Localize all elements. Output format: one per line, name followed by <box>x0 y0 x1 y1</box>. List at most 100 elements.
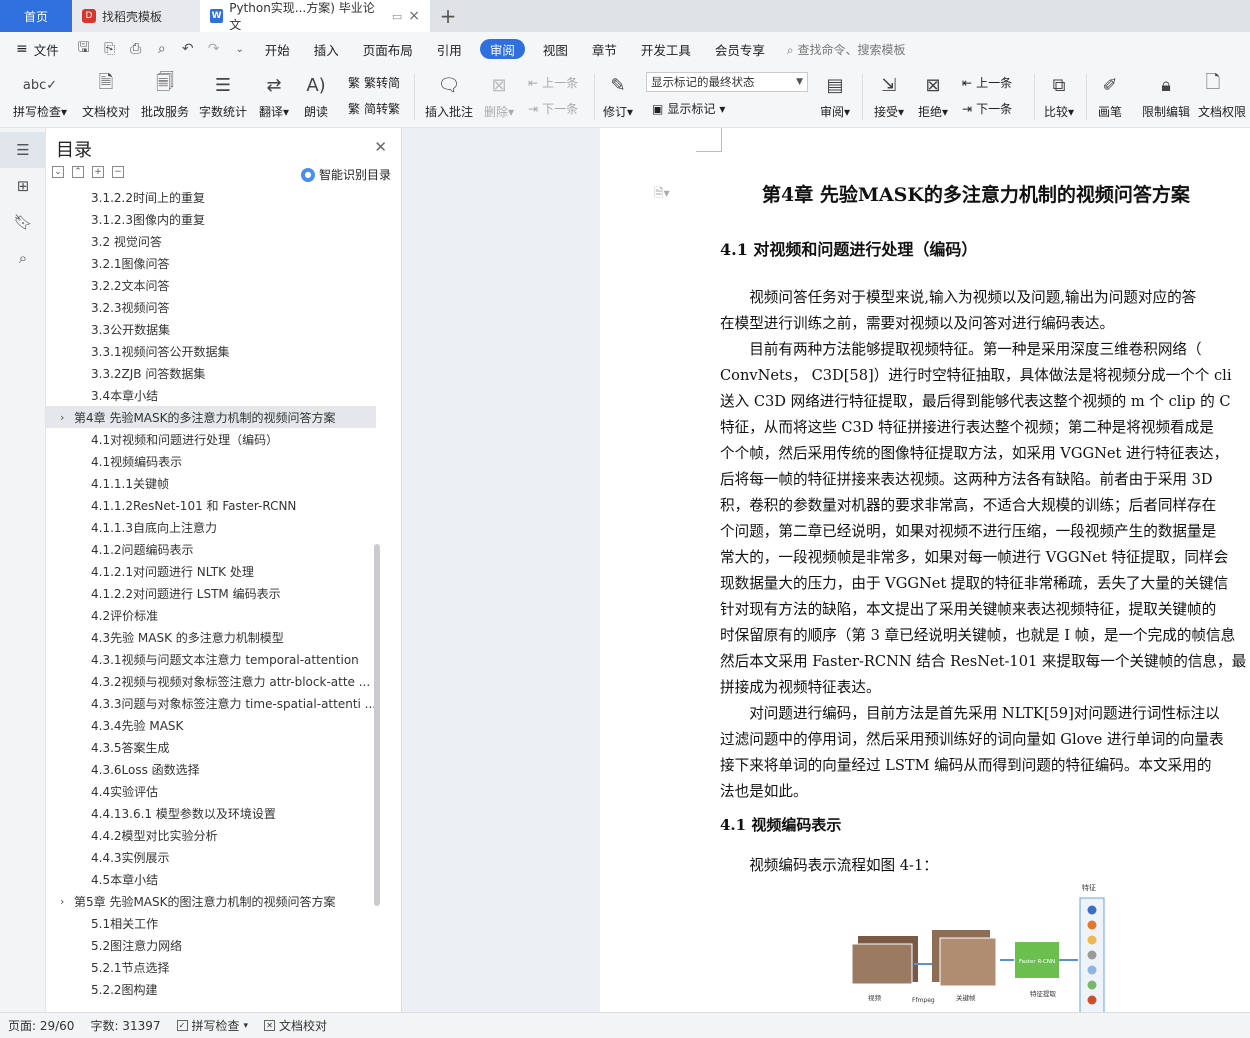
toc-item[interactable]: 4.2评价标准 <box>46 604 376 626</box>
toc-item[interactable]: 3.2.2文本问答 <box>46 274 376 296</box>
toc-item[interactable]: 4.4.13.6.1 模型参数以及环境设置 <box>46 802 376 824</box>
expand-level-icon[interactable]: ⌃ <box>72 166 84 178</box>
toc-panel-icon[interactable]: ☰ <box>0 132 46 168</box>
undo-icon[interactable]: ↶ <box>175 32 201 66</box>
simp-to-trad-button[interactable]: 繁简转繁 <box>348 100 400 117</box>
document-page[interactable]: 🗎▾ 第4章 先验MASK的多注意力机制的视频问答方案 4.1 对视频和问题进行… <box>600 128 1250 1012</box>
toc-item[interactable]: 4.1.1.2ResNet-101 和 Faster-RCNN <box>46 494 376 516</box>
trad-to-simp-button[interactable]: 繁繁转简 <box>348 74 400 91</box>
toc-item[interactable]: 4.4.3实例展示 <box>46 846 376 868</box>
toc-item[interactable]: › 第4章 先验MASK的多注意力机制的视频问答方案 <box>46 406 376 428</box>
toc-item[interactable]: 4.1.2.1对问题进行 NLTK 处理 <box>46 560 376 582</box>
next-change-button[interactable]: ⇥ 下一条 <box>962 100 1012 117</box>
toc-item[interactable]: 3.3.1视频问答公开数据集 <box>46 340 376 362</box>
batch-service-button[interactable]: 🗐 批改服务 <box>138 68 192 124</box>
toc-item[interactable]: 3.1.2.3图像内的重复 <box>46 208 376 230</box>
toc-scrollbar[interactable] <box>374 544 380 906</box>
search-icon[interactable]: ⌕ <box>0 240 46 276</box>
save-icon[interactable]: 🖫 <box>71 32 97 66</box>
menu-member[interactable]: 会员专享 <box>703 32 777 66</box>
tab-document[interactable]: W Python实现...方案) 毕业论文 ▭ × <box>200 0 430 32</box>
toc-item[interactable]: 4.1.1.1关键帧 <box>46 472 376 494</box>
toc-item[interactable]: 3.2.1图像问答 <box>46 252 376 274</box>
insert-comment-button[interactable]: 🗨 插入批注 <box>422 68 476 124</box>
toc-item[interactable]: 4.3.4先验 MASK <box>46 714 376 736</box>
revise-button[interactable]: ✎ 修订▾ <box>600 68 636 124</box>
toc-item[interactable]: 5.2.2图构建 <box>46 978 376 1000</box>
toc-item[interactable]: 5.2.1节点选择 <box>46 956 376 978</box>
word-count[interactable]: 字数: 31397 <box>82 1017 168 1034</box>
pin-icon[interactable]: ▭ <box>392 10 402 23</box>
toc-item[interactable]: 4.1视频编码表示 <box>46 450 376 472</box>
toc-item[interactable]: 4.4实验评估 <box>46 780 376 802</box>
toc-item[interactable]: 4.4.2模型对比实验分析 <box>46 824 376 846</box>
doc-proof-status[interactable]: ✕ 文档校对 <box>256 1017 335 1034</box>
prev-change-button[interactable]: ⇤ 上一条 <box>962 74 1012 91</box>
toc-item[interactable]: 3.1.2.2时间上的重复 <box>46 188 376 208</box>
menu-chapter[interactable]: 章节 <box>580 32 629 66</box>
toc-item[interactable]: 5.1相关工作 <box>46 912 376 934</box>
toc-item[interactable]: 4.3先验 MASK 的多注意力机制模型 <box>46 626 376 648</box>
export-pdf-icon[interactable]: ⎘ <box>97 32 123 66</box>
next-comment-button[interactable]: ⇥ 下一条 <box>528 100 578 117</box>
menu-layout[interactable]: 页面布局 <box>351 32 425 66</box>
review-pane-button[interactable]: ▤ 审阅▾ <box>816 68 854 124</box>
wordcount-button[interactable]: ☰ 字数统计 <box>196 68 250 124</box>
close-icon[interactable]: ✕ <box>374 138 387 156</box>
delete-comment-button[interactable]: ⊠ 删除▾ <box>480 68 518 124</box>
page-indicator[interactable]: 页面: 29/60 <box>0 1017 82 1034</box>
add-heading-icon[interactable]: + <box>92 166 104 178</box>
toc-item[interactable]: 4.1对视频和问题进行处理（编码） <box>46 428 376 450</box>
toc-item[interactable]: 3.3.2ZJB 问答数据集 <box>46 362 376 384</box>
command-search[interactable]: ⌕ 查找命令、搜索模板 <box>787 41 906 58</box>
translate-button[interactable]: ⇄ 翻译▾ <box>254 68 294 124</box>
toc-item[interactable]: 4.3.5答案生成 <box>46 736 376 758</box>
menu-start[interactable]: 开始 <box>253 32 302 66</box>
prev-comment-button[interactable]: ⇤ 上一条 <box>528 74 578 91</box>
accept-button[interactable]: ⇲ 接受▾ <box>870 68 908 124</box>
new-tab-button[interactable]: + <box>430 0 466 32</box>
toc-item[interactable]: 4.3.3问题与对象标签注意力 time-spatial-attenti ... <box>46 692 376 714</box>
menu-view[interactable]: 视图 <box>531 32 580 66</box>
restrict-edit-button[interactable]: 🔒︎ 限制编辑 <box>1138 68 1194 124</box>
menu-insert[interactable]: 插入 <box>302 32 351 66</box>
file-menu[interactable]: ≡ 文件 <box>10 32 71 66</box>
reject-button[interactable]: ⊠ 拒绝▾ <box>914 68 952 124</box>
toc-item[interactable]: 5.2图注意力网络 <box>46 934 376 956</box>
toc-item[interactable]: 3.2.3视频问答 <box>46 296 376 318</box>
toc-item[interactable]: 4.5本章小结 <box>46 868 376 890</box>
read-aloud-button[interactable]: A) 朗读 <box>298 68 334 124</box>
collapse-all-icon[interactable]: ⌄ <box>52 166 64 178</box>
toc-item[interactable]: 3.2 视觉问答 <box>46 230 376 252</box>
spellcheck-status[interactable]: ✓ 拼写检查 ▾ <box>169 1017 257 1034</box>
toc-item[interactable]: 4.3.1视频与问题文本注意力 temporal-attention <box>46 648 376 670</box>
bookmark-icon[interactable]: 🔖︎ <box>0 204 46 240</box>
chevron-right-icon[interactable]: › <box>60 895 74 908</box>
compare-button[interactable]: ⧉ 比较▾ <box>1040 68 1078 124</box>
spellcheck-button[interactable]: abc✓ 拼写检查▾ <box>10 68 70 124</box>
redo-icon[interactable]: ↷ <box>201 32 227 66</box>
print-icon[interactable]: ⎙ <box>123 32 149 66</box>
toc-item[interactable]: › 第5章 先验MASK的图注意力机制的视频问答方案 <box>46 890 376 912</box>
chevron-right-icon[interactable]: › <box>60 411 74 424</box>
menu-review[interactable]: 审阅 <box>479 39 525 59</box>
print-preview-icon[interactable]: ⌕ <box>149 32 175 66</box>
show-markup-button[interactable]: ▣ 显示标记 ▾ <box>652 100 725 117</box>
pen-button[interactable]: ✐ 画笔 <box>1092 68 1128 124</box>
close-icon[interactable]: × <box>408 8 420 24</box>
chapter-panel-icon[interactable]: ⊞ <box>0 168 46 204</box>
doc-permission-button[interactable]: 🗋 文档权限 <box>1198 68 1250 124</box>
toc-item[interactable]: 4.3.6Loss 函数选择 <box>46 758 376 780</box>
menu-reference[interactable]: 引用 <box>425 32 474 66</box>
toc-item[interactable]: 3.3公开数据集 <box>46 318 376 340</box>
toc-item[interactable]: 4.1.2问题编码表示 <box>46 538 376 560</box>
markup-state-select[interactable]: 显示标记的最终状态 ▼ <box>646 72 808 92</box>
toc-item[interactable]: 3.4本章小结 <box>46 384 376 406</box>
tab-template[interactable]: D 找稻壳模板 <box>72 0 200 32</box>
toc-item[interactable]: 4.1.1.3自底向上注意力 <box>46 516 376 538</box>
menu-devtools[interactable]: 开发工具 <box>629 32 703 66</box>
toc-item[interactable]: 4.3.2视频与视频对象标签注意力 attr-block-atte ... <box>46 670 376 692</box>
smart-toc-button[interactable]: ● 智能识别目录 <box>300 166 391 183</box>
doc-proof-button[interactable]: 🗎 文档校对 <box>78 68 134 124</box>
more-icon[interactable]: ⌄ <box>227 32 253 66</box>
